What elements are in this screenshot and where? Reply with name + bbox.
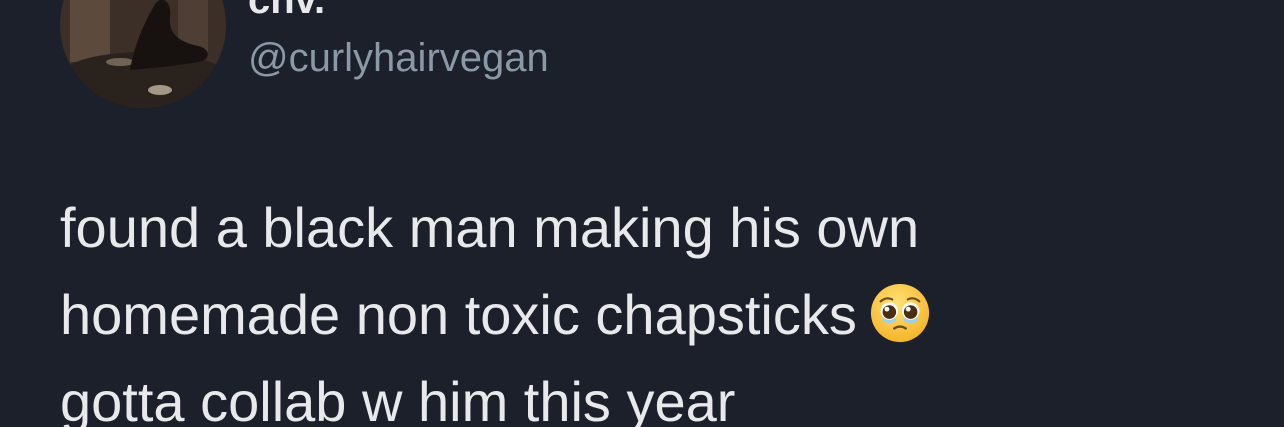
avatar[interactable] (60, 0, 226, 108)
tweet-text: found a black man making his own homemad… (60, 184, 1220, 427)
tweet-text-line-3: gotta collab w him this year (60, 358, 1220, 427)
face-holding-back-tears-icon (869, 282, 931, 344)
display-name[interactable]: cnv. (248, 0, 325, 20)
tweet-text-line-1: found a black man making his own (60, 184, 1220, 271)
user-handle[interactable]: @curlyhairvegan (248, 34, 549, 82)
tweet-text-line-2-text: homemade non toxic chapsticks (60, 283, 857, 346)
tweet-text-line-1-text: found a black man making his own (60, 196, 920, 259)
profile-photo-icon (60, 0, 226, 108)
tweet-card: cnv. @curlyhairvegan found a black man m… (0, 0, 1284, 427)
tweet-text-line-3-text: gotta collab w him this year (60, 370, 736, 427)
tweet-text-line-2: homemade non toxic chapsticks (60, 271, 1220, 358)
